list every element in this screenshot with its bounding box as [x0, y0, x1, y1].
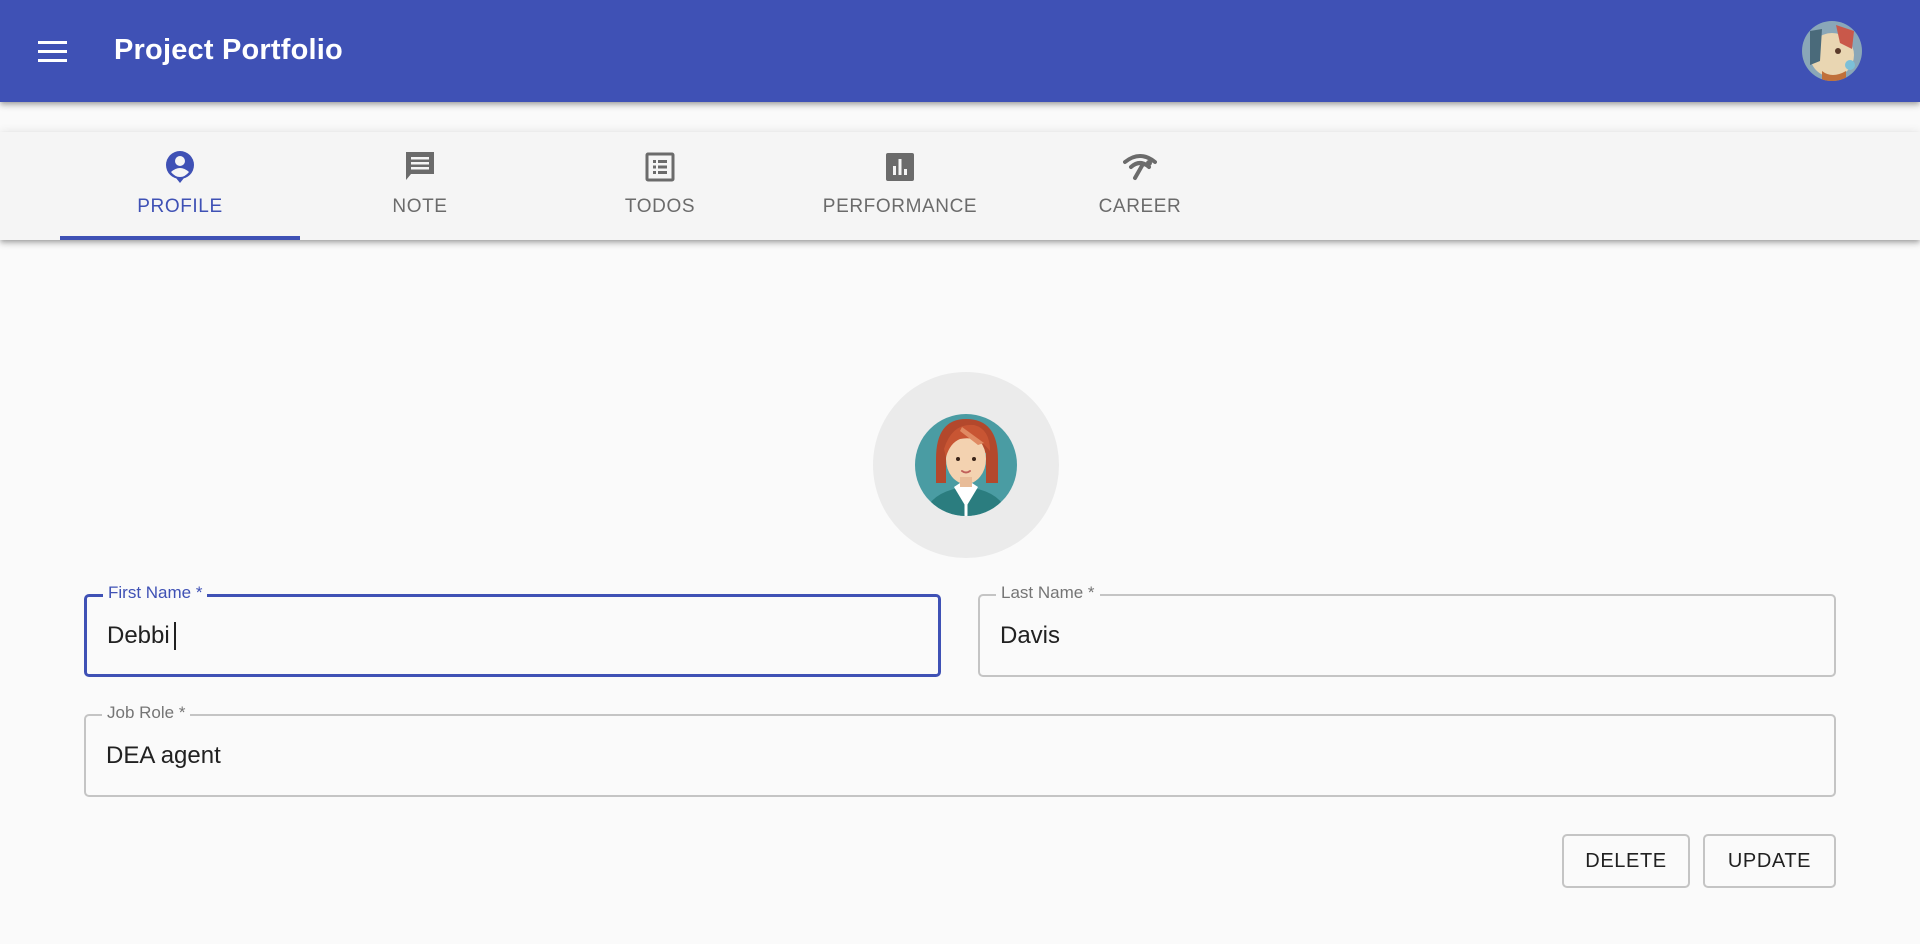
job-role-input[interactable]: DEA agent — [106, 716, 1814, 795]
tab-performance-label: PERFORMANCE — [822, 196, 978, 217]
first-name-input[interactable]: Debbi — [107, 597, 918, 674]
tab-career-label: CAREER — [1098, 196, 1182, 217]
tab-performance[interactable]: PERFORMANCE — [780, 132, 1020, 240]
last-name-field[interactable]: Last Name * Davis — [978, 583, 1836, 677]
text-caret — [173, 621, 176, 650]
tab-todos[interactable]: TODOS — [540, 132, 780, 240]
job-role-field[interactable]: Job Role * DEA agent — [84, 703, 1836, 797]
last-name-value: Davis — [1000, 621, 1061, 649]
first-name-value: Debbi — [107, 621, 170, 649]
tab-profile[interactable]: PROFILE — [60, 132, 300, 240]
job-role-value: DEA agent — [106, 741, 221, 769]
user-avatar-image — [1802, 21, 1862, 81]
list-alt-icon — [645, 152, 675, 182]
app-bar: Project Portfolio — [0, 0, 1920, 102]
update-button[interactable]: UPDATE — [1703, 834, 1836, 888]
delete-button[interactable]: DELETE — [1562, 834, 1690, 888]
account-circle-icon — [166, 151, 194, 183]
last-name-input[interactable]: Davis — [1000, 596, 1814, 675]
tab-note[interactable]: NOTE — [300, 132, 540, 240]
profile-avatar-image — [915, 414, 1017, 516]
user-avatar[interactable] — [1802, 21, 1862, 81]
app-title: Project Portfolio — [114, 34, 343, 66]
menu-button[interactable] — [28, 27, 78, 77]
tab-todos-label: TODOS — [624, 196, 696, 217]
menu-icon — [38, 41, 67, 62]
tab-bar: PROFILE NOTE TODOS PERFORMANCE CAREER — [0, 132, 1920, 240]
signal-icon — [1123, 154, 1157, 180]
bar-chart-icon — [886, 153, 914, 181]
first-name-field[interactable]: First Name * Debbi — [84, 583, 941, 677]
tab-indicator — [60, 236, 300, 240]
profile-photo[interactable] — [873, 372, 1059, 558]
comment-icon — [406, 152, 434, 180]
tab-career[interactable]: CAREER — [1020, 132, 1260, 240]
tab-profile-label: PROFILE — [137, 196, 223, 217]
tab-note-label: NOTE — [392, 196, 448, 217]
